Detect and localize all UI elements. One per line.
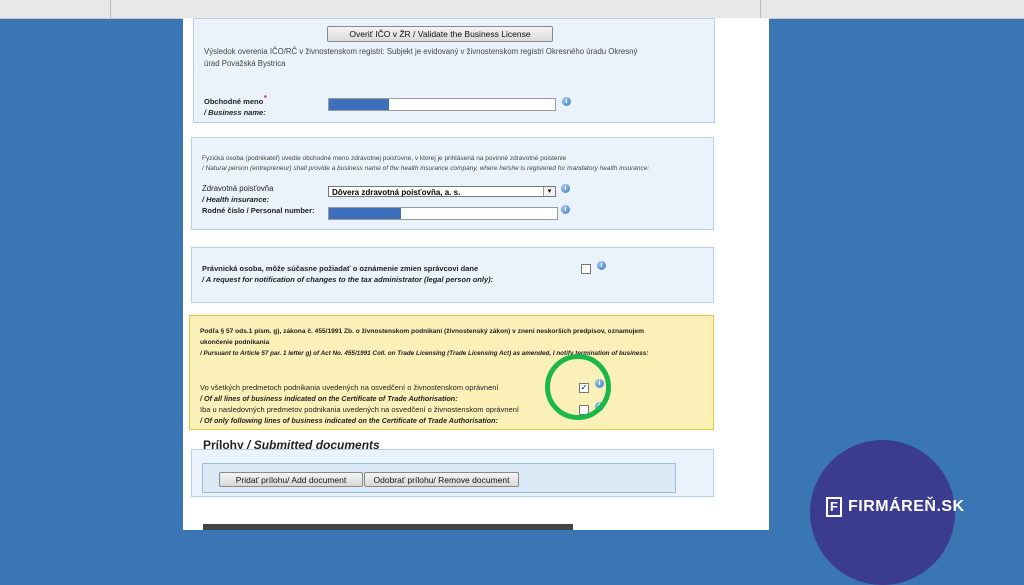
toolbar-divider [760,0,761,18]
tax-notice-section: Právnická osoba, môže súčasne požiadať o… [191,247,714,303]
tax-notice-info-icon[interactable]: i [597,261,606,270]
health-insurance-section: Fyzická osoba (podnikateľ) uvedie obchod… [191,137,714,230]
redacted-value [329,99,389,110]
remove-document-button[interactable]: Odobrať prílohu/ Remove document [364,472,519,487]
add-document-button[interactable]: Pridať prílohu/ Add document [219,472,363,487]
insurance-intro-sk: Fyzická osoba (podnikateľ) uvedie obchod… [202,155,567,162]
option-some-label-en: / Of only following lines of business in… [200,416,498,425]
business-name-label-en: / Business name: [204,108,266,117]
attachments-section: Pridať prílohu/ Add document Odobrať prí… [191,449,714,497]
firmaren-logo-icon: F [826,497,842,517]
insurer-select[interactable]: Dôvera zdravotná poisťovňa, a. s. ▾ [328,186,556,197]
termination-intro-sk-2: ukončenie podnikania [200,339,270,346]
firmaren-logo-text: FIRMÁREŇ.SK [848,498,965,515]
insurer-label-en: / Health insurance: [202,195,270,204]
insurer-info-icon[interactable]: i [561,184,570,193]
option-all-label-en: / Of all lines of business indicated on … [200,394,458,403]
termination-intro-sk-1: Podľa § 57 ods.1 písm. g), zákona č. 455… [200,328,644,335]
chevron-down-icon[interactable]: ▾ [543,187,555,196]
personal-number-label: Rodné číslo / Personal number: [202,206,315,215]
form-page: Overiť IČO v ŽR / Validate the Business … [183,18,769,530]
insurer-selected-value: Dôvera zdravotná poisťovňa, a. s. [332,188,461,197]
business-info-section: Overiť IČO v ŽR / Validate the Business … [193,18,715,123]
tax-notice-label-sk: Právnická osoba, môže súčasne požiadať o… [202,264,479,273]
personal-number-input[interactable] [328,207,558,220]
tax-notice-label-en: / A request for notification of changes … [202,275,494,284]
insurance-intro-en: / Natural person (entrepreneur) shall pr… [202,165,650,172]
cut-off-heading [203,524,573,530]
business-name-info-icon[interactable]: i [562,97,571,106]
next-section-cut [193,518,713,530]
redacted-value [329,208,401,219]
toolbar-divider [110,0,111,18]
business-name-label: Obchodné meno [204,97,264,106]
attachments-toolbar: Pridať prílohu/ Add document Odobrať prí… [202,463,676,493]
insurer-label: Zdravotná poisťovňa [202,184,274,193]
option-some-label-sk: Iba u nasledovných predmetov podnikania … [200,405,519,414]
highlight-circle [545,354,611,420]
termination-section: Podľa § 57 ods.1 písm. g), zákona č. 455… [189,315,714,430]
required-marker: * [264,95,267,102]
browser-toolbar [0,0,1024,19]
personal-number-info-icon[interactable]: i [561,205,570,214]
business-name-input[interactable] [328,98,556,111]
verification-result-line2: úrad Považská Bystrica [204,59,286,68]
verification-result-line1: Výsledok overenia IČO/RČ v živnostenskom… [204,47,638,56]
option-all-label-sk: Vo všetkých predmetoch podnikania uveden… [200,383,499,392]
tax-notice-checkbox[interactable] [581,264,591,274]
validate-license-button[interactable]: Overiť IČO v ŽR / Validate the Business … [327,26,553,42]
